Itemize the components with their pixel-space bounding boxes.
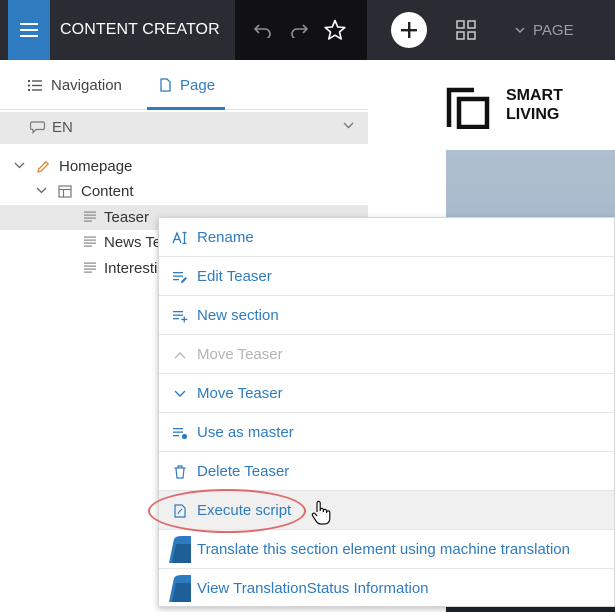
menu-item-move-teaser-down[interactable]: Move Teaser bbox=[159, 374, 614, 413]
layout-button[interactable] bbox=[455, 19, 477, 41]
undo-button[interactable] bbox=[249, 16, 277, 44]
trash-icon bbox=[171, 463, 189, 481]
language-label: EN bbox=[52, 119, 73, 136]
chevron-up-icon bbox=[171, 346, 189, 364]
chevron-down-icon bbox=[343, 122, 354, 129]
context-menu: Rename Edit Teaser New section Move Teas… bbox=[158, 217, 615, 607]
menu-item-label: Edit Teaser bbox=[197, 268, 272, 285]
panel-tabs: Navigation Page bbox=[0, 60, 368, 110]
language-select[interactable]: EN bbox=[0, 112, 368, 144]
app-title: CONTENT CREATOR bbox=[60, 21, 220, 38]
menu-item-label: Move Teaser bbox=[197, 346, 283, 363]
tree-item-homepage[interactable]: Homepage bbox=[0, 154, 368, 179]
chevron-down-icon[interactable] bbox=[14, 162, 25, 169]
logo-line-2: LIVING bbox=[506, 106, 560, 123]
tab-page[interactable]: Page bbox=[160, 60, 215, 110]
edit-list-icon bbox=[171, 268, 189, 286]
chevron-down-icon bbox=[515, 27, 525, 33]
tree-item-label: Interestin bbox=[104, 260, 166, 277]
page-select-label: PAGE bbox=[533, 21, 574, 39]
menu-item-label: Execute script bbox=[197, 502, 292, 519]
menu-item-delete-teaser[interactable]: Delete Teaser bbox=[159, 452, 614, 491]
translation-plugin-icon bbox=[169, 536, 191, 563]
chevron-down-icon[interactable] bbox=[36, 187, 47, 194]
menu-item-edit-teaser[interactable]: Edit Teaser bbox=[159, 257, 614, 296]
menu-toggle-button[interactable] bbox=[8, 0, 50, 60]
menu-item-label: Translate this section element using mac… bbox=[197, 541, 570, 558]
tree-item-label: News Te bbox=[104, 234, 162, 251]
menu-item-label: New section bbox=[197, 307, 279, 324]
hand-cursor-icon bbox=[311, 500, 331, 525]
grid-icon bbox=[456, 20, 476, 40]
menu-item-use-as-master[interactable]: Use as master bbox=[159, 413, 614, 452]
tab-navigation[interactable]: Navigation bbox=[28, 60, 122, 110]
layout-icon bbox=[58, 185, 72, 198]
tree-item-content[interactable]: Content bbox=[0, 179, 368, 204]
menu-item-move-teaser-up: Move Teaser bbox=[159, 335, 614, 374]
tree-item-label: Homepage bbox=[59, 158, 133, 175]
menu-item-label: Delete Teaser bbox=[197, 463, 290, 480]
undo-icon bbox=[253, 24, 271, 38]
speech-bubble-icon bbox=[30, 121, 45, 134]
tree-item-label: Content bbox=[81, 183, 134, 200]
add-button[interactable] bbox=[391, 12, 427, 48]
toolbar bbox=[235, 0, 367, 60]
logo-line-1: SMART bbox=[506, 87, 563, 104]
menu-item-execute-script[interactable]: Execute script bbox=[159, 491, 614, 530]
chevron-down-icon bbox=[171, 385, 189, 403]
favorite-button[interactable] bbox=[321, 16, 349, 44]
menu-item-new-section[interactable]: New section bbox=[159, 296, 614, 335]
menu-item-translation-status[interactable]: View TranslationStatus Information bbox=[159, 569, 614, 608]
smart-living-logo-icon bbox=[446, 87, 490, 129]
tree-item-label: Teaser bbox=[104, 209, 150, 226]
brand-logo-text: SMART LIVING bbox=[506, 86, 563, 124]
plus-icon bbox=[401, 22, 417, 38]
page-select[interactable]: PAGE bbox=[515, 0, 574, 60]
menu-item-label: View TranslationStatus Information bbox=[197, 580, 429, 597]
menu-item-label: Use as master bbox=[197, 424, 294, 441]
translation-status-icon bbox=[169, 575, 191, 602]
rename-icon bbox=[171, 229, 189, 247]
hamburger-icon bbox=[20, 23, 38, 37]
list-icon bbox=[28, 79, 42, 91]
text-lines-icon bbox=[84, 211, 96, 222]
add-list-icon bbox=[171, 307, 189, 325]
menu-item-machine-translation[interactable]: Translate this section element using mac… bbox=[159, 530, 614, 569]
active-tab-indicator bbox=[147, 107, 225, 110]
script-icon bbox=[171, 502, 189, 520]
text-lines-icon bbox=[84, 262, 96, 273]
tab-page-label: Page bbox=[180, 76, 216, 94]
redo-button[interactable] bbox=[285, 16, 313, 44]
redo-icon bbox=[291, 24, 309, 38]
text-lines-icon bbox=[84, 236, 96, 247]
pencil-icon bbox=[37, 160, 50, 173]
page-icon bbox=[160, 78, 171, 92]
top-bar: CONTENT CREATOR PAGE bbox=[0, 0, 615, 60]
menu-item-label: Rename bbox=[197, 229, 254, 246]
star-icon bbox=[324, 19, 346, 40]
master-list-icon bbox=[171, 424, 189, 442]
menu-item-rename[interactable]: Rename bbox=[159, 218, 614, 257]
menu-item-label: Move Teaser bbox=[197, 385, 283, 402]
tab-navigation-label: Navigation bbox=[51, 76, 122, 94]
